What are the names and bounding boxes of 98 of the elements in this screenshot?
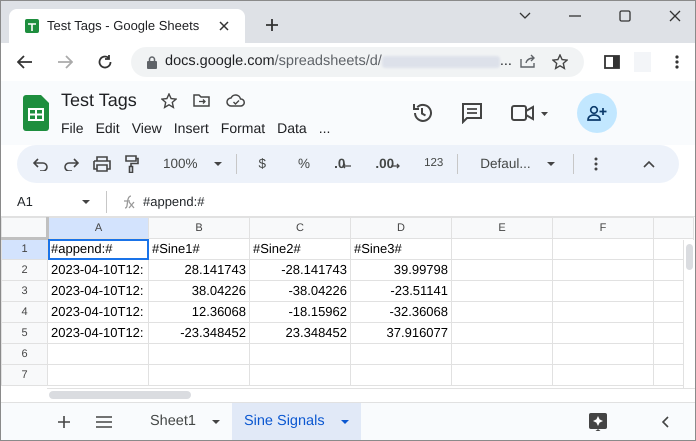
- table-cell[interactable]: 2023-04-10T12:: [48, 302, 148, 322]
- new-tab-icon[interactable]: [265, 18, 279, 32]
- column-header[interactable]: F: [552, 218, 654, 238]
- close-icon[interactable]: [219, 21, 229, 31]
- chevron-up-icon[interactable]: [643, 160, 655, 168]
- menu-item[interactable]: File: [55, 118, 90, 139]
- explore-icon[interactable]: [589, 412, 607, 430]
- table-cell[interactable]: 28.141743: [148, 260, 250, 280]
- column-header[interactable]: B: [148, 218, 250, 238]
- maximize-icon[interactable]: [619, 10, 631, 22]
- table-cell[interactable]: -23.348452: [148, 322, 250, 344]
- undo-icon[interactable]: [33, 157, 49, 171]
- column-header[interactable]: E: [452, 218, 552, 238]
- table-cell[interactable]: -32.36068: [350, 302, 452, 322]
- table-cell[interactable]: #append:#: [48, 238, 148, 260]
- sheets-icon: [25, 19, 39, 33]
- share-icon[interactable]: [520, 54, 536, 68]
- chevron-left-icon[interactable]: [661, 416, 669, 428]
- table-cell[interactable]: 2023-04-10T12:: [48, 322, 148, 344]
- sheet-tab[interactable]: Sine Signals: [232, 402, 361, 440]
- table-cell[interactable]: 39.99798: [350, 260, 452, 280]
- scroll-thumb[interactable]: [49, 391, 191, 399]
- table-cell[interactable]: 23.348452: [250, 322, 350, 344]
- table-cell[interactable]: -23.51141: [350, 280, 452, 302]
- table-cell[interactable]: 12.36068: [148, 302, 250, 322]
- table-cell[interactable]: -28.141743: [250, 260, 350, 280]
- vertical-scrollbar[interactable]: [683, 240, 695, 390]
- caret-icon: [212, 420, 220, 424]
- table-cell[interactable]: 2023-04-10T12:: [48, 260, 148, 280]
- table-cell[interactable]: #Sine2#: [250, 238, 350, 260]
- horizontal-scrollbar[interactable]: [47, 388, 695, 402]
- add-person-icon: [587, 105, 607, 121]
- caret-icon: [214, 162, 222, 166]
- column-header[interactable]: D: [350, 218, 452, 238]
- tab-title: Test Tags - Google Sheets: [47, 17, 200, 36]
- side-panel-icon[interactable]: [604, 55, 620, 69]
- percent-button[interactable]: %: [292, 154, 316, 174]
- column-header[interactable]: A: [48, 218, 148, 238]
- folder-icon[interactable]: [192, 92, 210, 106]
- table-cell[interactable]: #Sine3#: [350, 238, 452, 260]
- row-header[interactable]: 2: [2, 260, 48, 280]
- sheet-tab[interactable]: Sheet1: [138, 402, 232, 440]
- add-sheet-icon[interactable]: [58, 416, 70, 428]
- url-text: docs.google.com/spreadsheets/d/: [165, 52, 382, 72]
- table-cell[interactable]: 38.04226: [148, 280, 250, 302]
- menu-item[interactable]: Edit: [90, 118, 126, 139]
- star-icon[interactable]: [160, 92, 177, 108]
- history-icon[interactable]: [411, 102, 433, 124]
- row-header[interactable]: 6: [2, 344, 48, 364]
- video-camera-icon[interactable]: [511, 104, 549, 122]
- currency-button[interactable]: $: [252, 154, 272, 174]
- row-header[interactable]: 1: [2, 238, 48, 260]
- zoom-dropdown[interactable]: 100%: [157, 154, 228, 174]
- row-header[interactable]: 3: [2, 280, 48, 302]
- document-title[interactable]: Test Tags: [61, 87, 137, 114]
- comment-icon[interactable]: [461, 102, 483, 124]
- cloud-check-icon[interactable]: [226, 92, 246, 106]
- back-icon[interactable]: [17, 55, 33, 69]
- menu-item[interactable]: View: [126, 118, 168, 139]
- table-cell[interactable]: -18.15962: [250, 302, 350, 322]
- menu-more[interactable]: ...: [312, 118, 336, 139]
- chevron-down-icon[interactable]: [519, 12, 531, 20]
- caret-icon: [82, 200, 90, 204]
- table-cell[interactable]: #Sine1#: [148, 238, 250, 260]
- all-sheets-icon[interactable]: [96, 416, 112, 428]
- close-icon[interactable]: [669, 10, 681, 22]
- caret-icon: [340, 420, 349, 424]
- more-icon[interactable]: [594, 157, 598, 171]
- column-header[interactable]: C: [250, 218, 350, 238]
- lock-icon: [147, 56, 157, 68]
- address-bar[interactable]: docs.google.com/spreadsheets/d/ ...: [131, 47, 584, 77]
- paint-roller-icon[interactable]: [125, 155, 139, 173]
- menu-item[interactable]: Format: [214, 118, 272, 139]
- table-cell[interactable]: 2023-04-10T12:: [48, 280, 148, 302]
- font-dropdown[interactable]: Defaul...: [474, 154, 561, 174]
- row-header[interactable]: 4: [2, 302, 48, 322]
- share-button[interactable]: [577, 93, 617, 133]
- scroll-thumb[interactable]: [686, 244, 693, 270]
- formula-input[interactable]: #append:#: [143, 192, 204, 212]
- url-ellipsis: ...: [500, 52, 512, 72]
- more-icon[interactable]: [675, 55, 679, 69]
- menu-item[interactable]: Insert: [168, 118, 215, 139]
- increase-decimals-button[interactable]: .00: [369, 154, 406, 174]
- name-box[interactable]: A1: [1, 190, 107, 212]
- menu-item[interactable]: Data: [271, 118, 313, 139]
- star-icon[interactable]: [552, 54, 568, 70]
- row-header[interactable]: 5: [2, 322, 48, 344]
- number-format-button[interactable]: 123: [418, 155, 450, 173]
- print-icon[interactable]: [93, 156, 111, 172]
- caret-icon: [546, 162, 555, 166]
- table-cell[interactable]: 37.916077: [350, 322, 452, 344]
- minimize-icon[interactable]: [569, 15, 581, 17]
- reload-icon[interactable]: [97, 54, 113, 70]
- sheets-logo-icon: [23, 95, 49, 131]
- redo-icon[interactable]: [63, 157, 79, 171]
- table-cell[interactable]: -38.04226: [250, 280, 350, 302]
- browser-tab[interactable]: Test Tags - Google Sheets: [9, 9, 245, 43]
- row-header[interactable]: 7: [2, 364, 48, 386]
